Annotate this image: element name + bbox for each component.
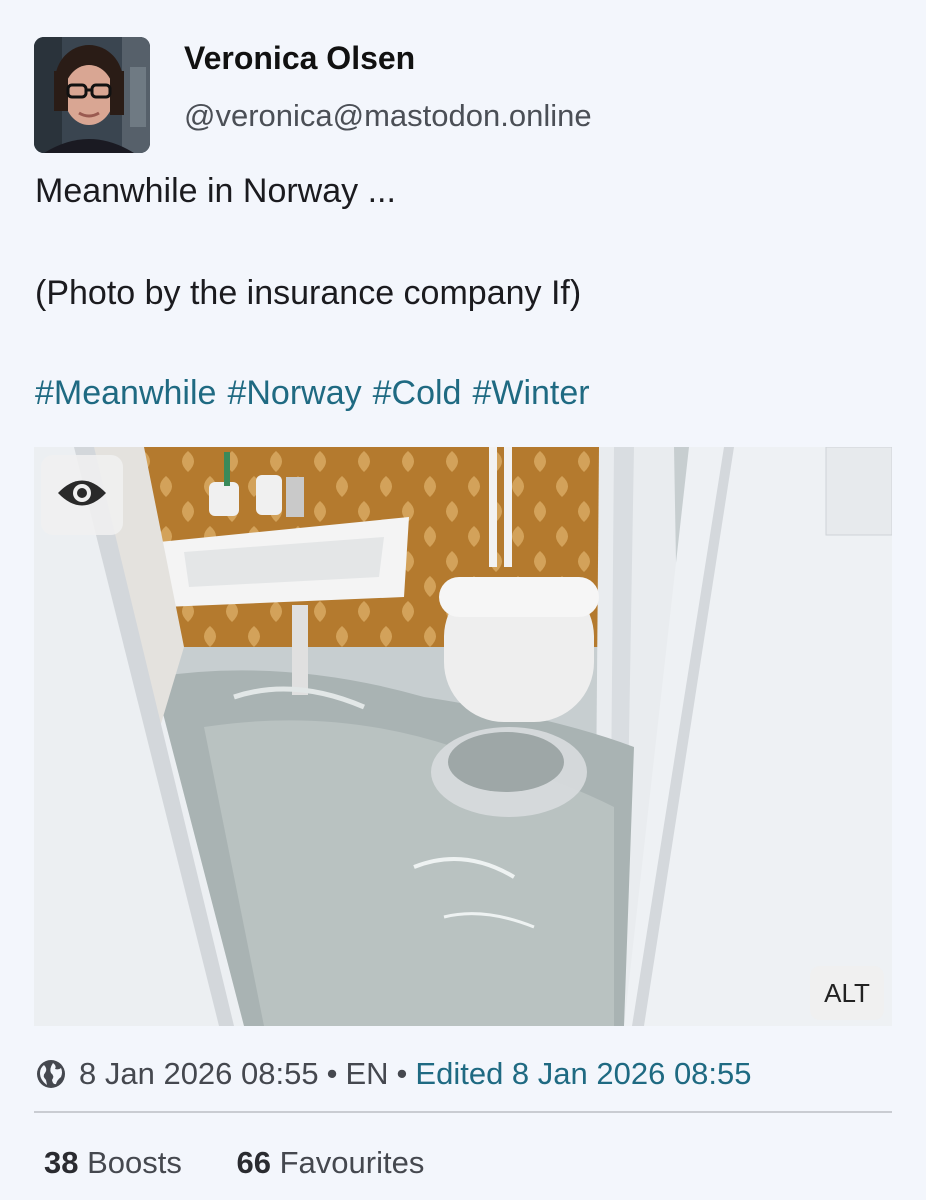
post-meta: 8 Jan 2026 08:55 • EN • Edited 8 Jan 202… — [35, 1056, 752, 1092]
hashtag-link[interactable]: #Norway — [227, 374, 361, 412]
hashtag-link[interactable]: #Cold — [373, 374, 462, 412]
boosts-count: 38 — [44, 1145, 79, 1180]
hashtag-link[interactable]: #Meanwhile — [35, 374, 216, 412]
post-date[interactable]: 8 Jan 2026 08:55 — [79, 1056, 319, 1092]
post-language: EN — [345, 1056, 389, 1091]
post-text-line: Meanwhile in Norway ... — [35, 172, 396, 210]
favourites-count: 66 — [236, 1145, 271, 1180]
avatar[interactable] — [34, 37, 150, 153]
post: Veronica Olsen @veronica@mastodon.online… — [0, 0, 926, 1200]
globe-icon — [35, 1058, 67, 1090]
separator: • — [396, 1056, 408, 1091]
boosts-label: Boosts — [87, 1145, 182, 1180]
hashtag-link[interactable]: #Winter — [472, 374, 589, 412]
hashtag-list: #Meanwhile #Norway #Cold #Winter — [35, 372, 601, 414]
toggle-visibility-button[interactable] — [41, 455, 123, 535]
display-name[interactable]: Veronica Olsen — [184, 40, 415, 77]
post-stats: 38 Boosts 66 Favourites — [44, 1145, 424, 1181]
eye-icon — [56, 476, 108, 515]
separator: • — [326, 1056, 338, 1091]
media-attachment-image[interactable] — [34, 447, 892, 1026]
edited-link[interactable]: Edited 8 Jan 2026 08:55 — [415, 1056, 751, 1092]
favourites-label: Favourites — [279, 1145, 425, 1180]
divider — [34, 1111, 892, 1113]
boosts-stat[interactable]: 38 Boosts — [44, 1145, 182, 1180]
post-text-line: (Photo by the insurance company If) — [35, 274, 582, 312]
account-handle[interactable]: @veronica@mastodon.online — [184, 98, 592, 134]
alt-text-button[interactable]: ALT — [810, 966, 884, 1020]
favourites-stat[interactable]: 66 Favourites — [237, 1145, 425, 1180]
